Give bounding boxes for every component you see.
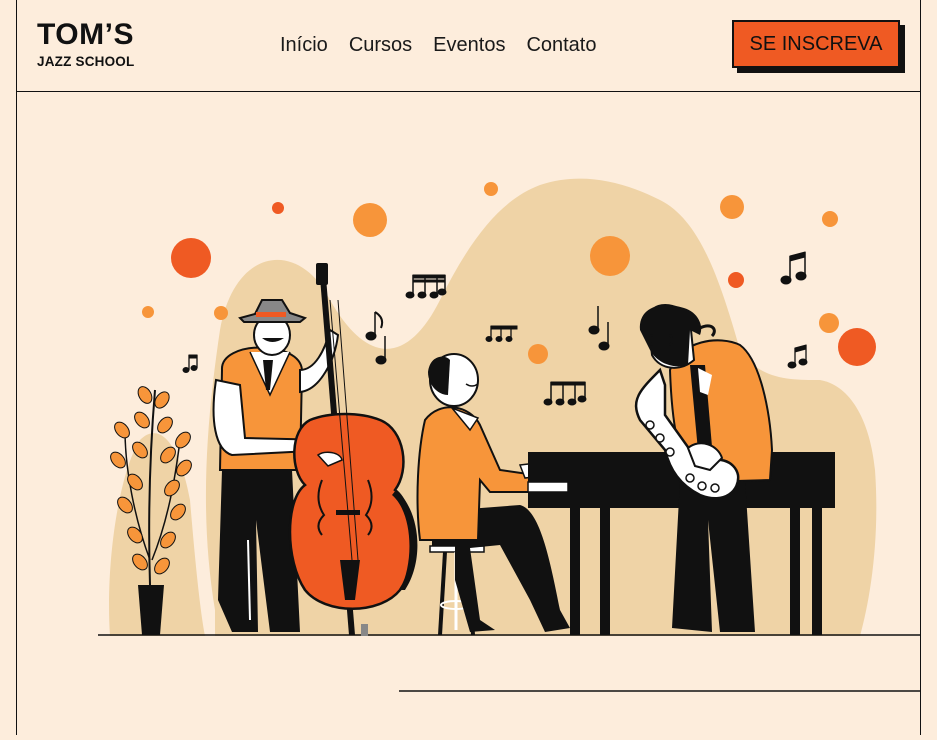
logo-subtitle[interactable]: JAZZ SCHOOL (37, 54, 134, 69)
nav-link-contato[interactable]: Contato (526, 34, 596, 57)
hero-section (0, 92, 937, 735)
nav-link-cursos[interactable]: Cursos (349, 34, 412, 57)
logo-title[interactable]: TOM’S (37, 20, 134, 50)
site-header: TOM’S JAZZ SCHOOL Início Cursos Eventos … (16, 0, 921, 92)
jazz-band-illustration (98, 178, 921, 692)
nav-link-eventos[interactable]: Eventos (433, 34, 505, 57)
main-nav: Início Cursos Eventos Contato (280, 34, 597, 57)
signup-button[interactable]: SE INSCREVA (732, 20, 900, 68)
nav-link-inicio[interactable]: Início (280, 34, 328, 57)
